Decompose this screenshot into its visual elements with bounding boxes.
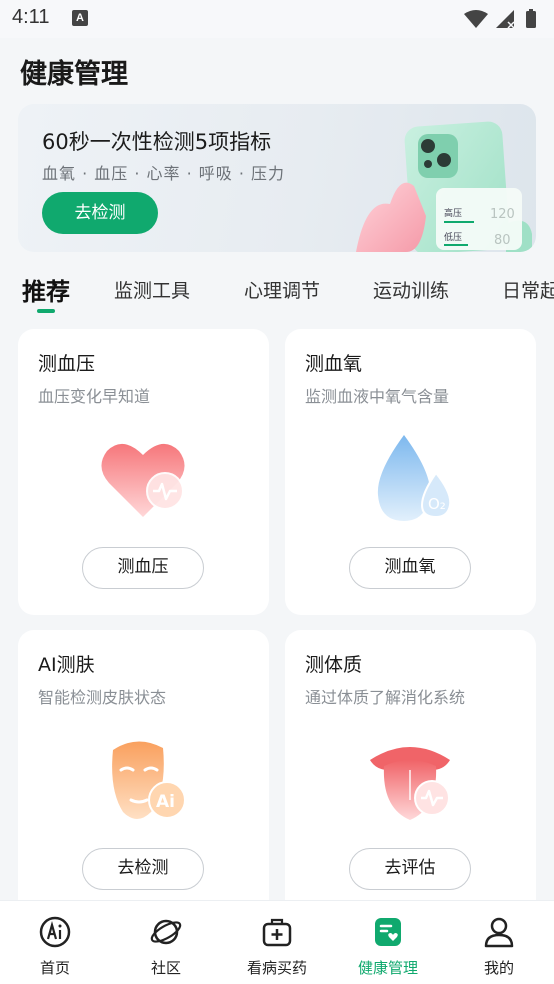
promo-banner[interactable]: 60秒一次性检测5项指标 血氧 · 血压 · 心率 · 呼吸 · 压力 去检测 … <box>18 104 536 252</box>
page-title: 健康管理 <box>20 59 128 90</box>
card-subtitle: 智能检测皮肤状态 <box>38 688 167 707</box>
card-title: 测体质 <box>305 654 363 676</box>
face-mask-icon: Ai <box>112 741 186 819</box>
battery-icon <box>526 9 536 28</box>
ai-badge: Ai <box>156 792 175 812</box>
nav-label: 我的 <box>483 959 514 977</box>
card-title: 测血氧 <box>305 353 363 375</box>
card-title: AI测肤 <box>38 654 95 676</box>
card-subtitle: 监测血液中氧气含量 <box>305 387 450 406</box>
constitution-assess-button[interactable]: 去评估 <box>349 848 471 890</box>
card-subtitle: 血压变化早知道 <box>38 387 151 406</box>
tongue-icon <box>370 747 450 820</box>
measure-blood-oxygen-button[interactable]: 测血氧 <box>349 547 471 589</box>
status-icons <box>464 9 536 29</box>
planet-icon <box>150 919 182 945</box>
card-blood-pressure[interactable]: 测血压 血压变化早知道 测血压 <box>18 329 269 615</box>
nav-community[interactable]: 社区 <box>111 901 221 984</box>
bottom-navigation: 首页 社区 看病买药 健康管理 我的 <box>0 900 554 984</box>
status-time: 4:11 <box>12 6 50 28</box>
card-constitution[interactable]: 测体质 通过体质了解消化系统 去评估 <box>285 630 536 916</box>
banner-title: 60秒一次性检测5项指标 <box>42 130 272 154</box>
card-subtitle: 通过体质了解消化系统 <box>305 688 466 707</box>
nav-label: 社区 <box>150 959 181 977</box>
banner-art-value-2: 80 <box>494 233 511 248</box>
person-icon <box>484 917 514 948</box>
phone-measure-illustration: 高压 120 低压 80 <box>356 121 532 252</box>
card-title: 测血压 <box>38 353 96 375</box>
health-management-icon <box>375 918 401 946</box>
ai-home-icon <box>39 916 71 948</box>
nav-profile[interactable]: 我的 <box>444 901 554 984</box>
banner-art-label-1: 高压 <box>444 207 462 219</box>
medical-kit-icon <box>262 918 292 947</box>
category-tabs: 推荐 监测工具 心理调节 运动训练 日常起 <box>0 268 554 318</box>
heart-pulse-icon <box>101 443 185 517</box>
status-bar: 4:11 A <box>0 0 554 38</box>
tab-mental-regulation[interactable]: 心理调节 <box>244 276 320 303</box>
card-blood-oxygen[interactable]: 测血氧 监测血液中氧气含量 O₂ 测血氧 <box>285 329 536 615</box>
wifi-icon <box>464 10 488 28</box>
tab-recommend[interactable]: 推荐 <box>22 272 70 307</box>
ai-skin-detect-button[interactable]: 去检测 <box>82 848 204 890</box>
nav-label: 健康管理 <box>357 959 418 977</box>
signal-icon <box>496 10 515 29</box>
tab-exercise-training[interactable]: 运动训练 <box>373 276 449 303</box>
oxygen-symbol: O₂ <box>428 495 446 513</box>
banner-art-label-2: 低压 <box>444 231 462 243</box>
banner-detect-button[interactable]: 去检测 <box>42 192 158 234</box>
nav-health-management[interactable]: 健康管理 <box>333 901 443 984</box>
nav-label: 看病买药 <box>246 959 307 977</box>
tab-active-indicator <box>37 309 55 313</box>
tab-daily[interactable]: 日常起 <box>502 276 554 303</box>
notification-icon: A <box>72 10 88 26</box>
banner-subtitle: 血氧 · 血压 · 心率 · 呼吸 · 压力 <box>42 164 286 183</box>
measure-blood-pressure-button[interactable]: 测血压 <box>82 547 204 589</box>
nav-home[interactable]: 首页 <box>0 901 110 984</box>
banner-art-value-1: 120 <box>490 207 515 222</box>
oxygen-drop-icon: O₂ <box>377 435 452 521</box>
nav-label: 首页 <box>39 959 70 977</box>
nav-medicine[interactable]: 看病买药 <box>222 901 332 984</box>
tab-monitor-tools[interactable]: 监测工具 <box>114 276 190 303</box>
card-ai-skin[interactable]: AI测肤 智能检测皮肤状态 Ai 去检测 <box>18 630 269 916</box>
